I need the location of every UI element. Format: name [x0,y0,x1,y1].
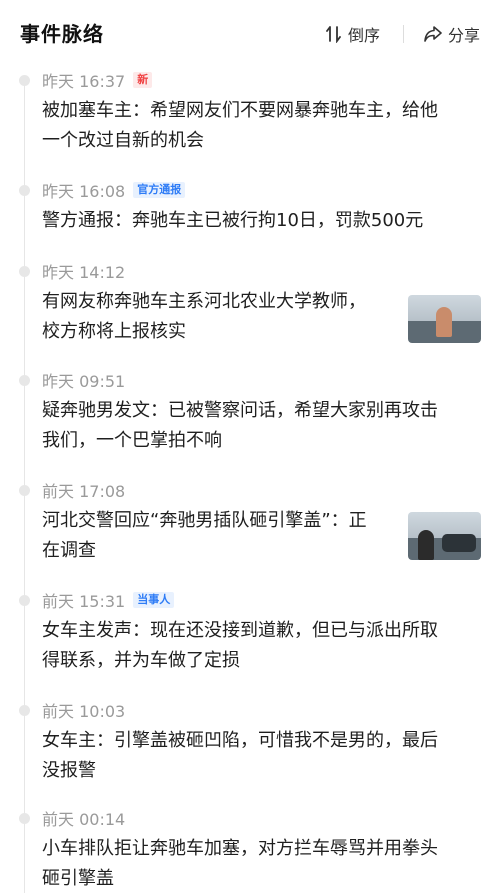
headline-line: 被加塞车主：希望网友们不要网暴奔驰车主，给他 [42,100,438,121]
timeline-dot [19,375,30,386]
event-time: 前天 17:08 [42,482,126,501]
sort-icon [326,26,341,43]
time-row: 前天 10:03 [42,698,125,722]
event-thumbnail[interactable] [408,295,481,343]
headline-line: 得联系，并为车做了定损 [42,650,240,671]
time-row: 前天 00:14 [42,806,125,830]
event-badge: 官方通报 [133,182,186,198]
share-icon [424,26,442,42]
headline-line: 我们，一个巴掌拍不响 [42,430,222,451]
header-divider [403,25,404,43]
event-headline[interactable]: 河北交警回应“奔驰男插队砸引擎盖”：正 在调查 [42,506,367,566]
time-row: 前天 17:08 [42,478,125,502]
event-time: 昨天 09:51 [42,372,126,391]
event-time: 昨天 14:12 [42,263,126,282]
timeline-dot [19,185,30,196]
share-button[interactable]: 分享 [424,22,480,46]
headline-line: 警方通报：奔驰车主已被行拘10日，罚款500元 [42,210,424,231]
event-time: 昨天 16:37 [42,72,126,91]
time-row: 昨天 16:37 新 [42,68,153,92]
headline-line: 女车主发声：现在还没接到道歉，但已与派出所取 [42,620,438,641]
event-time: 昨天 16:08 [42,182,126,201]
event-headline[interactable]: 小车排队拒让奔驰车加塞，对方拦车辱骂并用拳头 砸引擎盖 [42,834,438,894]
sort-order-label: 倒序 [348,26,381,45]
time-row: 昨天 14:12 [42,259,125,283]
headline-line: 女车主：引擎盖被砸凹陷，可惜我不是男的，最后 [42,730,438,751]
timeline-dot [19,705,30,716]
event-headline[interactable]: 女车主：引擎盖被砸凹陷，可惜我不是男的，最后 没报警 [42,726,438,786]
headline-line: 有网友称奔驰车主系河北农业大学教师， [42,291,366,312]
time-row: 前天 15:31 当事人 [42,588,175,612]
headline-line: 在调查 [42,540,96,561]
event-badge: 当事人 [133,592,175,608]
event-headline[interactable]: 被加塞车主：希望网友们不要网暴奔驰车主，给他 一个改过自新的机会 [42,96,438,156]
timeline-dot [19,485,30,496]
share-label: 分享 [448,26,481,45]
page-title: 事件脉络 [20,22,104,46]
event-time: 前天 15:31 [42,592,126,611]
headline-line: 校方称将上报核实 [42,321,186,342]
timeline-dot [19,813,30,824]
time-row: 昨天 09:51 [42,368,125,392]
event-time: 前天 10:03 [42,702,126,721]
header-bar: 事件脉络 倒序 分享 [0,0,500,68]
event-badge: 新 [133,72,153,88]
timeline-dot [19,595,30,606]
timeline-dot [19,266,30,277]
headline-line: 没报警 [42,760,96,781]
event-headline[interactable]: 女车主发声：现在还没接到道歉，但已与派出所取 得联系，并为车做了定损 [42,616,438,676]
event-time: 前天 00:14 [42,810,126,829]
headline-line: 小车排队拒让奔驰车加塞，对方拦车辱骂并用拳头 [42,838,438,859]
sort-order-button[interactable]: 倒序 [326,22,380,46]
event-headline[interactable]: 有网友称奔驰车主系河北农业大学教师， 校方称将上报核实 [42,287,366,347]
event-headline[interactable]: 警方通报：奔驰车主已被行拘10日，罚款500元 [42,206,423,236]
timeline-dot [19,75,30,86]
headline-line: 疑奔驰男发文：已被警察问话，希望大家别再攻击 [42,400,438,421]
headline-line: 砸引擎盖 [42,868,114,889]
headline-line: 一个改过自新的机会 [42,130,204,151]
headline-line: 河北交警回应“奔驰男插队砸引擎盖”：正 [42,510,367,531]
event-thumbnail[interactable] [408,512,481,560]
time-row: 昨天 16:08 官方通报 [42,178,186,202]
event-headline[interactable]: 疑奔驰男发文：已被警察问话，希望大家别再攻击 我们，一个巴掌拍不响 [42,396,438,456]
